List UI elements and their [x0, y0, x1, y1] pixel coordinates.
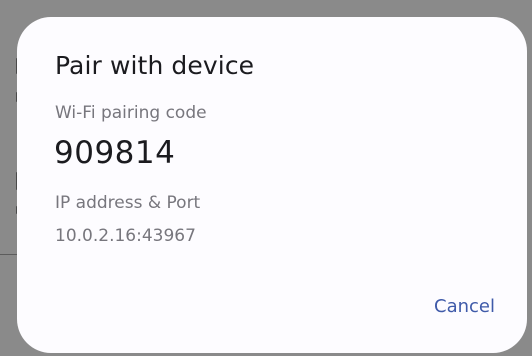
dialog-title: Pair with device [55, 51, 255, 80]
ip-port-value: 10.0.2.16:43967 [55, 226, 196, 246]
pairing-code-label: Wi-Fi pairing code [55, 103, 207, 123]
cancel-button[interactable]: Cancel [430, 292, 499, 321]
pair-with-device-dialog: Pair with device Wi-Fi pairing code 9098… [17, 17, 527, 353]
pairing-code-value: 909814 [54, 135, 176, 171]
ip-port-label: IP address & Port [55, 193, 201, 213]
